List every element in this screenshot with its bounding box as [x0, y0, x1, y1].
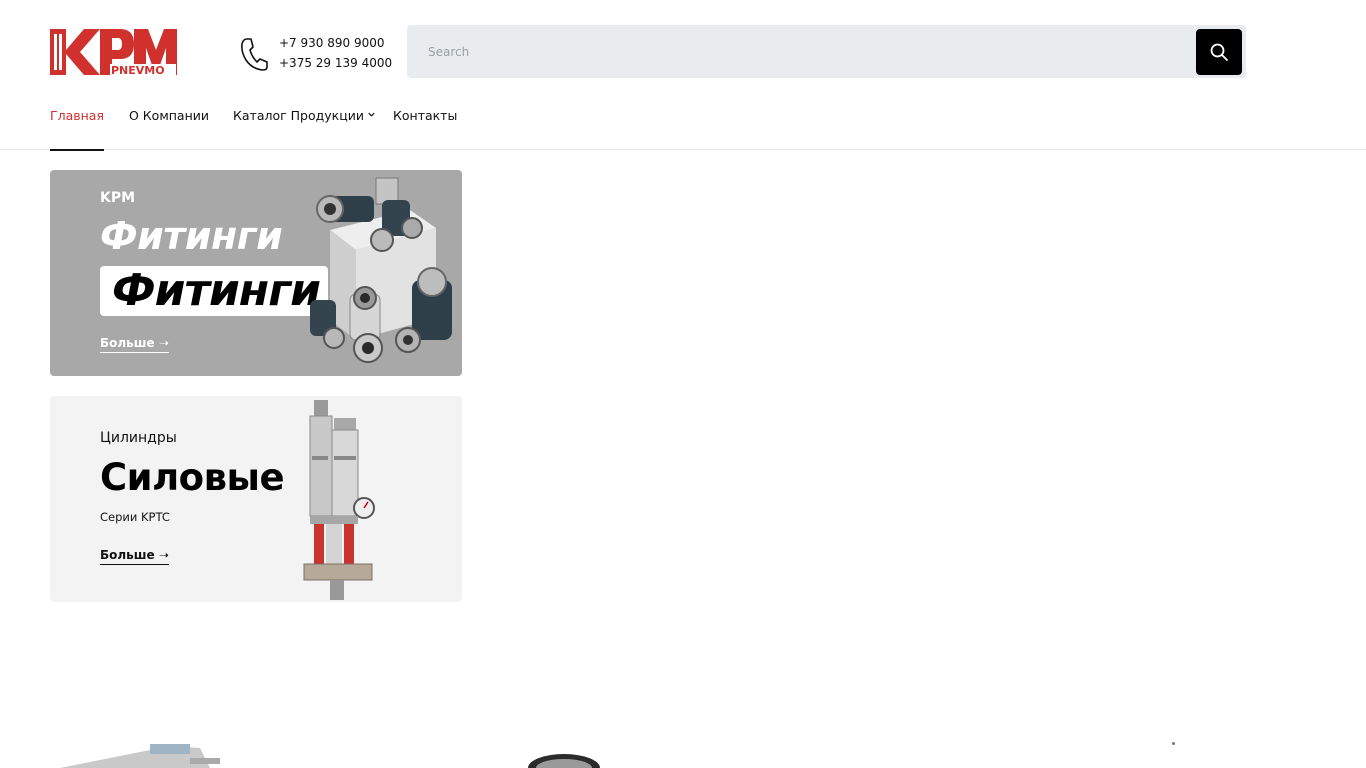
cylinder-product-image: [303, 400, 375, 600]
nav-item-label: Контакты: [393, 108, 458, 123]
chevron-down-icon: [368, 112, 375, 117]
nav-item-contacts[interactable]: Контакты: [393, 108, 457, 150]
phone-number-by[interactable]: +375 29 139 4000: [279, 53, 419, 73]
banner-title: Силовые: [100, 456, 285, 499]
more-link[interactable]: Больше ➝: [100, 548, 169, 565]
site-header: PNEVMO +7 930 890 9000 +375 29 139 4000 …: [0, 0, 1366, 151]
banner-fittings[interactable]: KPM Фитинги Фитинги Больше ➝: [50, 170, 462, 376]
banner-brand: KPM: [100, 190, 136, 206]
product-thumbnail: [528, 754, 600, 768]
nav-item-catalog[interactable]: Каталог Продукции: [233, 108, 376, 150]
fittings-product-image: [310, 177, 452, 363]
banner-subtitle: Цилиндры: [100, 430, 177, 446]
nav-item-label: О Компании: [129, 108, 210, 123]
search-bar: [407, 25, 1246, 78]
phone-icon: [241, 38, 268, 71]
banner-cylinders[interactable]: Цилиндры Силовые Серии KPTC Больше ➝: [50, 396, 462, 602]
svg-text:PNEVMO: PNEVMO: [111, 64, 165, 76]
search-input[interactable]: [407, 25, 1187, 78]
cylinder-product-thumbnail: [60, 744, 220, 768]
nav-item-about[interactable]: О Компании: [129, 108, 209, 150]
nav-item-label: Каталог Продукции: [233, 108, 364, 123]
phone-number-ru[interactable]: +7 930 890 9000: [279, 33, 419, 53]
nav-item-label: Главная: [50, 108, 104, 123]
nav-item-home[interactable]: Главная: [50, 108, 104, 151]
banner-series: Серии KPTC: [100, 510, 170, 524]
banner-title: Фитинги: [100, 214, 283, 258]
decorative-dot: [1172, 742, 1175, 745]
kpm-logo[interactable]: PNEVMO: [50, 28, 178, 76]
search-icon: [1210, 43, 1228, 61]
banner-title-boxed-text: Фитинги: [112, 265, 321, 316]
more-link[interactable]: Больше ➝: [100, 336, 169, 353]
search-button[interactable]: [1196, 29, 1242, 75]
